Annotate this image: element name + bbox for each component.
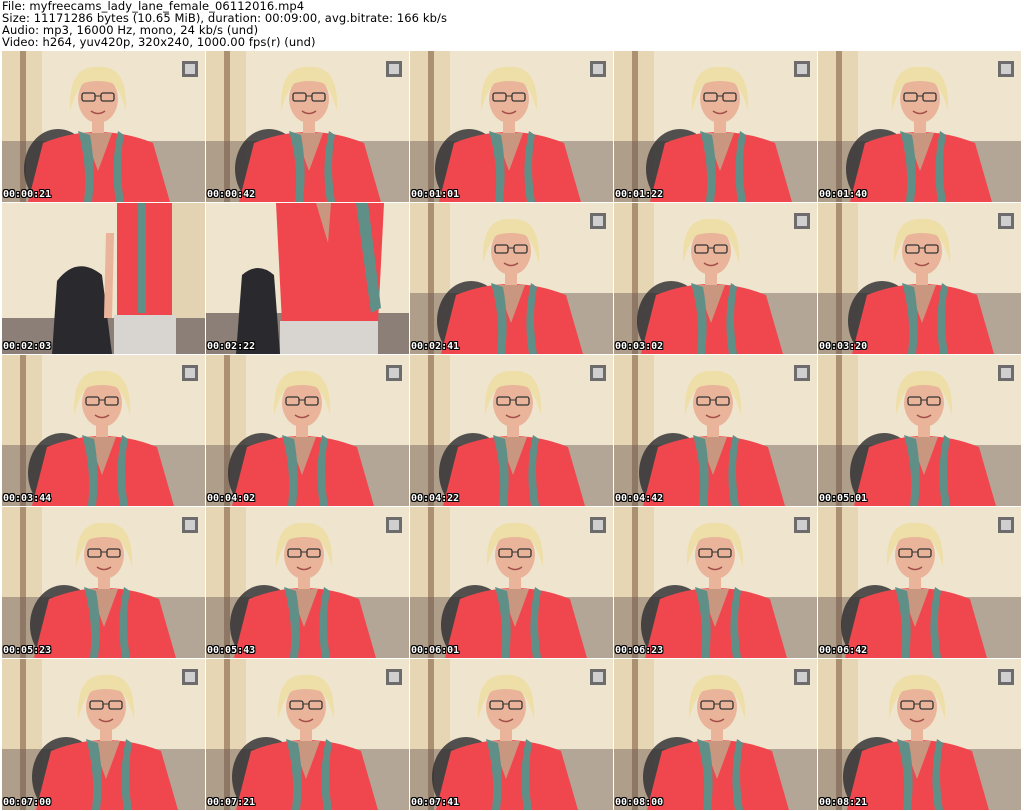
thumbnail-image — [206, 659, 409, 810]
thumbnail-timestamp: 00:00:42 — [207, 189, 256, 200]
thumbnail-image — [614, 51, 817, 202]
video-thumbnail: 00:00:21 — [2, 51, 205, 202]
thumbnail-timestamp: 00:07:21 — [207, 797, 256, 808]
video-thumbnail: 00:04:22 — [410, 355, 613, 506]
thumbnail-timestamp: 00:03:20 — [819, 341, 868, 352]
video-thumbnail: 00:00:42 — [206, 51, 409, 202]
thumbnail-timestamp: 00:01:01 — [411, 189, 460, 200]
thumbnail-timestamp: 00:04:22 — [411, 493, 460, 504]
thumbnail-timestamp: 00:01:40 — [819, 189, 868, 200]
thumbnail-image — [818, 51, 1021, 202]
thumbnail-image — [410, 659, 613, 810]
thumbnail-image — [818, 507, 1021, 658]
thumbnail-timestamp: 00:07:41 — [411, 797, 460, 808]
thumbnail-timestamp: 00:03:02 — [615, 341, 664, 352]
video-thumbnail: 00:01:40 — [818, 51, 1021, 202]
thumbnail-image — [2, 355, 205, 506]
video-thumbnail: 00:02:03 — [2, 203, 205, 354]
thumbnail-image — [614, 507, 817, 658]
thumbnail-timestamp: 00:07:00 — [3, 797, 52, 808]
thumbnail-timestamp: 00:01:22 — [615, 189, 664, 200]
video-thumbnail: 00:02:22 — [206, 203, 409, 354]
thumbnail-timestamp: 00:02:41 — [411, 341, 460, 352]
thumbnail-image — [206, 51, 409, 202]
thumbnail-image — [410, 355, 613, 506]
thumbnail-timestamp: 00:05:01 — [819, 493, 868, 504]
thumbnail-image — [2, 507, 205, 658]
video-thumbnail: 00:03:02 — [614, 203, 817, 354]
thumbnail-image — [206, 507, 409, 658]
video-thumbnail: 00:06:42 — [818, 507, 1021, 658]
thumbnail-image — [614, 659, 817, 810]
thumbnail-timestamp: 00:06:42 — [819, 645, 868, 656]
video-info-line: Video: h264, yuv420p, 320x240, 1000.00 f… — [2, 35, 316, 49]
video-thumbnail: 00:06:23 — [614, 507, 817, 658]
video-thumbnail: 00:04:02 — [206, 355, 409, 506]
video-thumbnail: 00:08:21 — [818, 659, 1021, 810]
thumbnail-timestamp: 00:02:22 — [207, 341, 256, 352]
thumbnail-image — [614, 355, 817, 506]
thumbnail-grid: 00:00:21 00:00:42 00:01:01 00:01:22 00:0… — [2, 51, 1022, 811]
thumbnail-timestamp: 00:08:21 — [819, 797, 868, 808]
thumbnail-timestamp: 00:00:21 — [3, 189, 52, 200]
video-thumbnail: 00:03:44 — [2, 355, 205, 506]
thumbnail-timestamp: 00:02:03 — [3, 341, 52, 352]
thumbnail-image — [206, 355, 409, 506]
video-thumbnail: 00:02:41 — [410, 203, 613, 354]
video-thumbnail: 00:03:20 — [818, 203, 1021, 354]
video-thumbnail: 00:07:41 — [410, 659, 613, 810]
video-thumbnail: 00:01:22 — [614, 51, 817, 202]
thumbnail-image — [818, 355, 1021, 506]
sheet-header: File: myfreecams_lady_lane_female_061120… — [2, 0, 1022, 50]
video-thumbnail: 00:04:42 — [614, 355, 817, 506]
video-thumbnail: 00:07:21 — [206, 659, 409, 810]
video-thumbnail: 00:01:01 — [410, 51, 613, 202]
video-thumbnail: 00:06:01 — [410, 507, 613, 658]
video-thumbnail: 00:07:00 — [2, 659, 205, 810]
thumbnail-timestamp: 00:04:02 — [207, 493, 256, 504]
thumbnail-timestamp: 00:04:42 — [615, 493, 664, 504]
video-thumbnail: 00:05:23 — [2, 507, 205, 658]
video-thumbnail: 00:05:43 — [206, 507, 409, 658]
thumbnail-timestamp: 00:06:01 — [411, 645, 460, 656]
thumbnail-image — [2, 203, 205, 354]
thumbnail-image — [2, 659, 205, 810]
thumbnail-image — [614, 203, 817, 354]
thumbnail-timestamp: 00:08:00 — [615, 797, 664, 808]
thumbnail-image — [818, 659, 1021, 810]
video-thumbnail: 00:05:01 — [818, 355, 1021, 506]
thumbnail-timestamp: 00:03:44 — [3, 493, 52, 504]
thumbnail-image — [818, 203, 1021, 354]
thumbnail-image — [410, 51, 613, 202]
thumbnail-timestamp: 00:06:23 — [615, 645, 664, 656]
video-thumbnail: 00:08:00 — [614, 659, 817, 810]
thumbnail-image — [410, 203, 613, 354]
thumbnail-image — [206, 203, 409, 354]
thumbnail-image — [2, 51, 205, 202]
thumbnail-timestamp: 00:05:43 — [207, 645, 256, 656]
thumbnail-image — [410, 507, 613, 658]
thumbnail-timestamp: 00:05:23 — [3, 645, 52, 656]
